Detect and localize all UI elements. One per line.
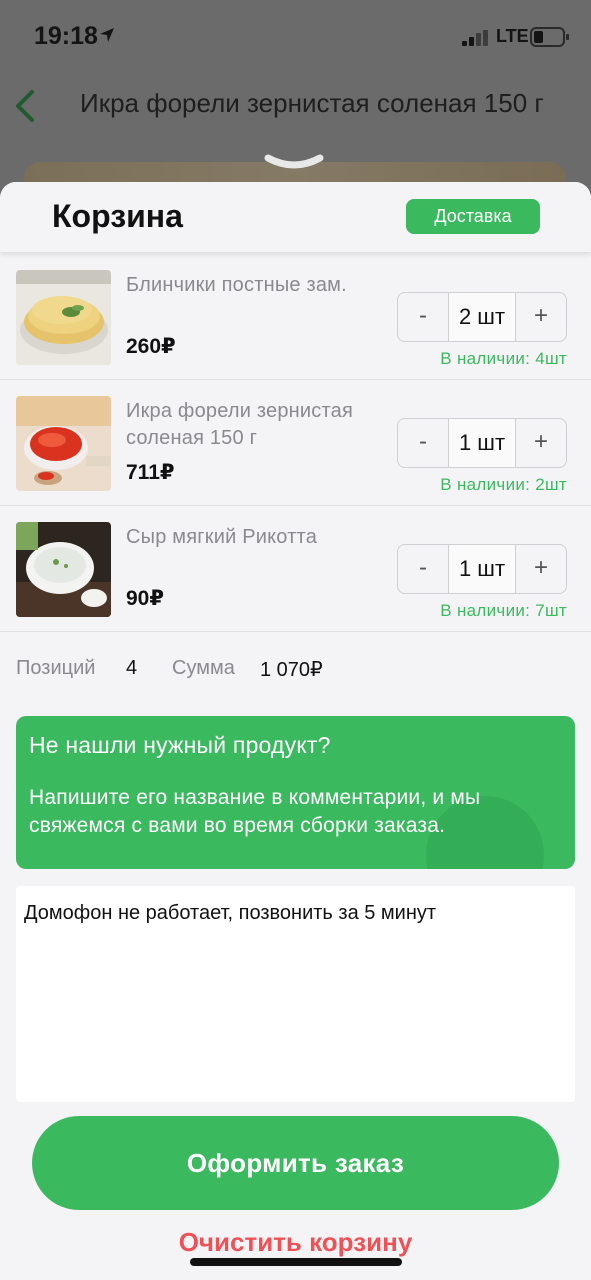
product-thumbnail-pancakes[interactable] [16, 270, 111, 365]
product-page-title: Икра форели зернистая соленая 150 г [80, 88, 544, 118]
stock-availability: В наличии: 7шт [440, 601, 567, 620]
battery-icon [530, 27, 569, 47]
positions-value: 4 [126, 657, 138, 679]
decrease-quantity-button[interactable]: - [398, 293, 448, 341]
cart-list: Блинчики постные зам. 260₽ - 2 шт + В на… [0, 254, 591, 632]
order-comment-field[interactable]: Домофон не работает, позвонить за 5 мину… [16, 886, 575, 1102]
cart-title: Корзина [52, 198, 183, 234]
delivery-button[interactable]: Доставка [406, 199, 540, 234]
sum-value: 1 070₽ [260, 659, 323, 681]
quantity-value: 2 шт [448, 293, 516, 341]
missing-product-text: Напишите его название в комментарии, и м… [29, 786, 481, 837]
sum-label: Сумма [172, 657, 235, 679]
product-price: 711₽ [126, 461, 175, 484]
quantity-stepper: - 1 шт + [397, 418, 567, 468]
quantity-value: 1 шт [448, 545, 516, 593]
decrease-quantity-button[interactable]: - [398, 545, 448, 593]
cart-item: Блинчики постные зам. 260₽ - 2 шт + В на… [0, 254, 591, 380]
location-arrow-icon [100, 28, 114, 42]
positions-label: Позиций [16, 657, 96, 679]
stock-availability: В наличии: 2шт [440, 475, 567, 494]
product-thumbnail-ricotta[interactable] [16, 522, 111, 617]
missing-product-card: Не нашли нужный продукт? Напишите его на… [16, 716, 575, 869]
increase-quantity-button[interactable]: + [516, 293, 566, 341]
product-name: Икра форели зернистая соленая 150 г [126, 400, 353, 449]
product-price: 260₽ [126, 335, 176, 358]
cart-item: Икра форели зернистая соленая 150 г 711₽… [0, 380, 591, 506]
product-name: Блинчики постные зам. [126, 274, 347, 296]
cart-sheet: Корзина Доставка Блинчики постные зам. 2… [0, 182, 591, 1280]
clear-cart-button[interactable]: Очистить корзину [0, 1227, 591, 1258]
quantity-stepper: - 2 шт + [397, 292, 567, 342]
quantity-stepper: - 1 шт + [397, 544, 567, 594]
chevron-down-icon[interactable] [264, 152, 324, 174]
network-label: LTE [496, 26, 529, 46]
product-thumbnail-caviar[interactable] [16, 396, 111, 491]
background-product-page: 19:18 LTE Икра форели зернистая соленая … [0, 0, 591, 202]
home-indicator [190, 1258, 402, 1266]
cart-header: Корзина Доставка [0, 182, 591, 252]
increase-quantity-button[interactable]: + [516, 419, 566, 467]
back-arrow-icon[interactable] [10, 86, 40, 126]
decrease-quantity-button[interactable]: - [398, 419, 448, 467]
quantity-value: 1 шт [448, 419, 516, 467]
stock-availability: В наличии: 4шт [440, 349, 567, 368]
product-name: Сыр мягкий Рикотта [126, 526, 318, 548]
increase-quantity-button[interactable]: + [516, 545, 566, 593]
signal-icon [462, 30, 488, 46]
checkout-button[interactable]: Оформить заказ [32, 1116, 559, 1210]
product-price: 90₽ [126, 587, 164, 610]
missing-product-title: Не нашли нужный продукт? [29, 732, 331, 758]
status-time: 19:18 [34, 22, 98, 50]
status-bar: 19:18 LTE [0, 0, 591, 72]
cart-item: Сыр мягкий Рикотта 90₽ - 1 шт + В наличи… [0, 506, 591, 632]
